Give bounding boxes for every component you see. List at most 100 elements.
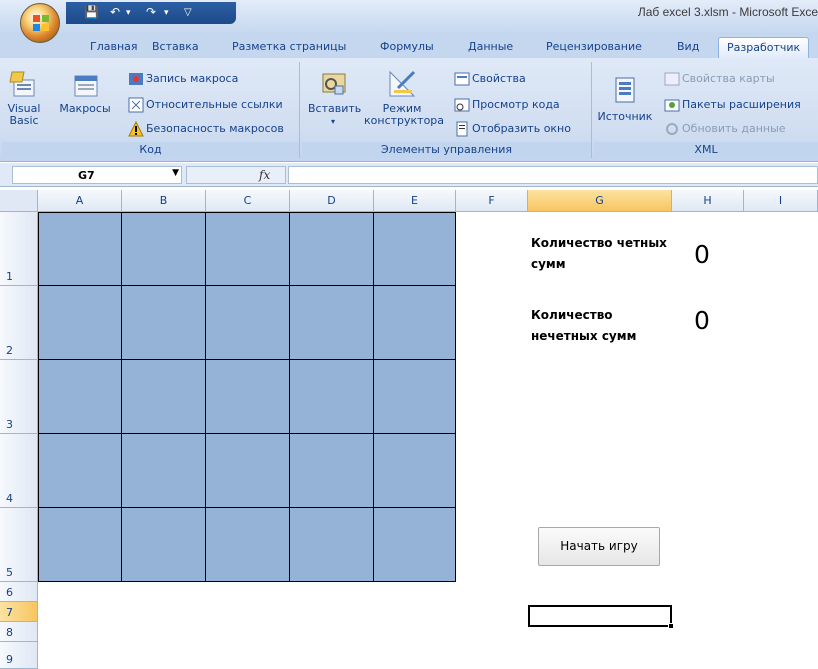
save-icon[interactable]: 💾 — [84, 5, 99, 19]
relative-refs-label: Относительные ссылки — [146, 98, 283, 111]
even-sums-label-line1: Количество четных — [531, 236, 667, 250]
chevron-down-icon[interactable]: ▼ — [172, 168, 179, 178]
board-cell-b5[interactable] — [122, 508, 206, 582]
row-header-4[interactable]: 4 — [0, 434, 38, 508]
board-cell-c3[interactable] — [206, 360, 290, 434]
tab-insert[interactable]: Вставка — [152, 40, 199, 53]
map-properties-button[interactable]: Свойства карты — [664, 70, 775, 88]
relative-refs-button[interactable]: Относительные ссылки — [128, 96, 283, 114]
column-header-f[interactable]: F — [456, 190, 528, 212]
source-button[interactable]: Источник — [596, 76, 654, 123]
view-code-button[interactable]: Просмотр кода — [454, 96, 560, 114]
insert-function-icon[interactable]: fx — [259, 168, 270, 182]
column-header-i[interactable]: I — [744, 190, 818, 212]
tab-developer[interactable]: Разработчик — [718, 37, 810, 59]
macro-security-button[interactable]: Безопасность макросов — [128, 120, 284, 138]
formula-bar: G7 ▼ fx — [0, 163, 818, 187]
record-macro-button[interactable]: Запись макроса — [128, 70, 238, 88]
board-cell-c4[interactable] — [206, 434, 290, 508]
refresh-data-button[interactable]: Обновить данные — [664, 120, 786, 138]
quick-access-toolbar: 💾 ↶ ▾ ↷ ▾ ▽ — [66, 2, 236, 24]
row-number: 5 — [6, 566, 13, 579]
tab-review[interactable]: Рецензирование — [546, 40, 642, 53]
board-cell-e2[interactable] — [374, 286, 456, 360]
board-cell-a4[interactable] — [38, 434, 122, 508]
board-cell-d2[interactable] — [290, 286, 374, 360]
board-cell-c5[interactable] — [206, 508, 290, 582]
select-all-corner[interactable] — [0, 190, 38, 212]
board-cell-b4[interactable] — [122, 434, 206, 508]
tab-data[interactable]: Данные — [468, 40, 513, 53]
board-cell-a5[interactable] — [38, 508, 122, 582]
board-cell-c2[interactable] — [206, 286, 290, 360]
board-cell-d5[interactable] — [290, 508, 374, 582]
redo-icon[interactable]: ↷ — [146, 5, 156, 19]
column-header-b[interactable]: B — [122, 190, 206, 212]
row-number: 2 — [6, 344, 13, 357]
board-cell-d1[interactable] — [290, 212, 374, 286]
customize-qat-icon[interactable]: ▽ — [184, 7, 192, 18]
column-header-g[interactable]: G — [528, 190, 672, 212]
design-mode-button[interactable]: Режим конструктора — [364, 68, 444, 127]
tab-formulas[interactable]: Формулы — [380, 40, 434, 53]
group-controls: Вставить ▾ Режим конструктора Свойства П… — [302, 62, 592, 158]
tab-page-layout[interactable]: Разметка страницы — [232, 40, 346, 53]
board-cell-e3[interactable] — [374, 360, 456, 434]
board-cell-a2[interactable] — [38, 286, 122, 360]
row-header-2[interactable]: 2 — [0, 286, 38, 360]
board-cell-b1[interactable] — [122, 212, 206, 286]
row-header-9[interactable]: 9 — [0, 642, 38, 669]
office-button[interactable] — [20, 3, 60, 43]
column-header-c[interactable]: C — [206, 190, 290, 212]
board-cell-e5[interactable] — [374, 508, 456, 582]
undo-dropdown-icon[interactable]: ▾ — [126, 8, 131, 18]
fill-handle[interactable] — [668, 623, 674, 629]
column-header-a[interactable]: A — [38, 190, 122, 212]
board-cell-e1[interactable] — [374, 212, 456, 286]
visual-basic-label-line2: Basic — [9, 114, 39, 127]
row-number: 3 — [6, 418, 13, 431]
board-cell-c1[interactable] — [206, 212, 290, 286]
row-header-8[interactable]: 8 — [0, 622, 38, 642]
formula-input[interactable] — [288, 166, 818, 184]
tab-home[interactable]: Главная — [90, 40, 138, 53]
column-header-e[interactable]: E — [374, 190, 456, 212]
run-dialog-button[interactable]: Отобразить окно — [454, 120, 571, 138]
expansion-packs-button[interactable]: Пакеты расширения — [664, 96, 801, 114]
relative-refs-icon — [128, 97, 144, 113]
board-cell-e4[interactable] — [374, 434, 456, 508]
odd-sums-label-line2: нечетных сумм — [531, 329, 637, 343]
board-cell-b3[interactable] — [122, 360, 206, 434]
row-header-5[interactable]: 5 — [0, 508, 38, 582]
tab-view[interactable]: Вид — [677, 40, 699, 53]
group-xml-label: XML — [594, 142, 818, 158]
redo-dropdown-icon[interactable]: ▾ — [164, 8, 169, 18]
insert-control-button[interactable]: Вставить ▾ — [308, 68, 361, 128]
row-number: 1 — [6, 270, 13, 283]
board-cell-b2[interactable] — [122, 286, 206, 360]
undo-icon[interactable]: ↶ — [110, 5, 120, 19]
ribbon-tabs: Главная Вставка Разметка страницы Формул… — [0, 34, 818, 59]
row-number: 8 — [6, 626, 13, 639]
odd-sums-label: Количество нечетных сумм — [531, 305, 636, 347]
board-cell-a1[interactable] — [38, 212, 122, 286]
view-code-icon — [454, 98, 470, 112]
row-header-7[interactable]: 7 — [0, 602, 38, 622]
column-header-h[interactable]: H — [672, 190, 744, 212]
ribbon: Visual Basic Макросы Запись макроса Отно… — [0, 58, 818, 162]
start-game-button[interactable]: Начать игру — [538, 527, 660, 566]
macros-label: Макросы — [59, 102, 111, 115]
board-cell-d4[interactable] — [290, 434, 374, 508]
column-header-d[interactable]: D — [290, 190, 374, 212]
row-header-6[interactable]: 6 — [0, 582, 38, 602]
active-cell-g7[interactable] — [528, 605, 674, 629]
properties-button[interactable]: Свойства — [454, 70, 526, 88]
row-header-3[interactable]: 3 — [0, 360, 38, 434]
visual-basic-button[interactable]: Visual Basic — [4, 68, 44, 127]
row-header-1[interactable]: 1 — [0, 212, 38, 286]
board-cell-d3[interactable] — [290, 360, 374, 434]
macros-button[interactable]: Макросы — [50, 68, 120, 115]
record-macro-icon — [129, 73, 143, 85]
board-cell-a3[interactable] — [38, 360, 122, 434]
name-box[interactable]: G7 ▼ — [12, 166, 182, 184]
